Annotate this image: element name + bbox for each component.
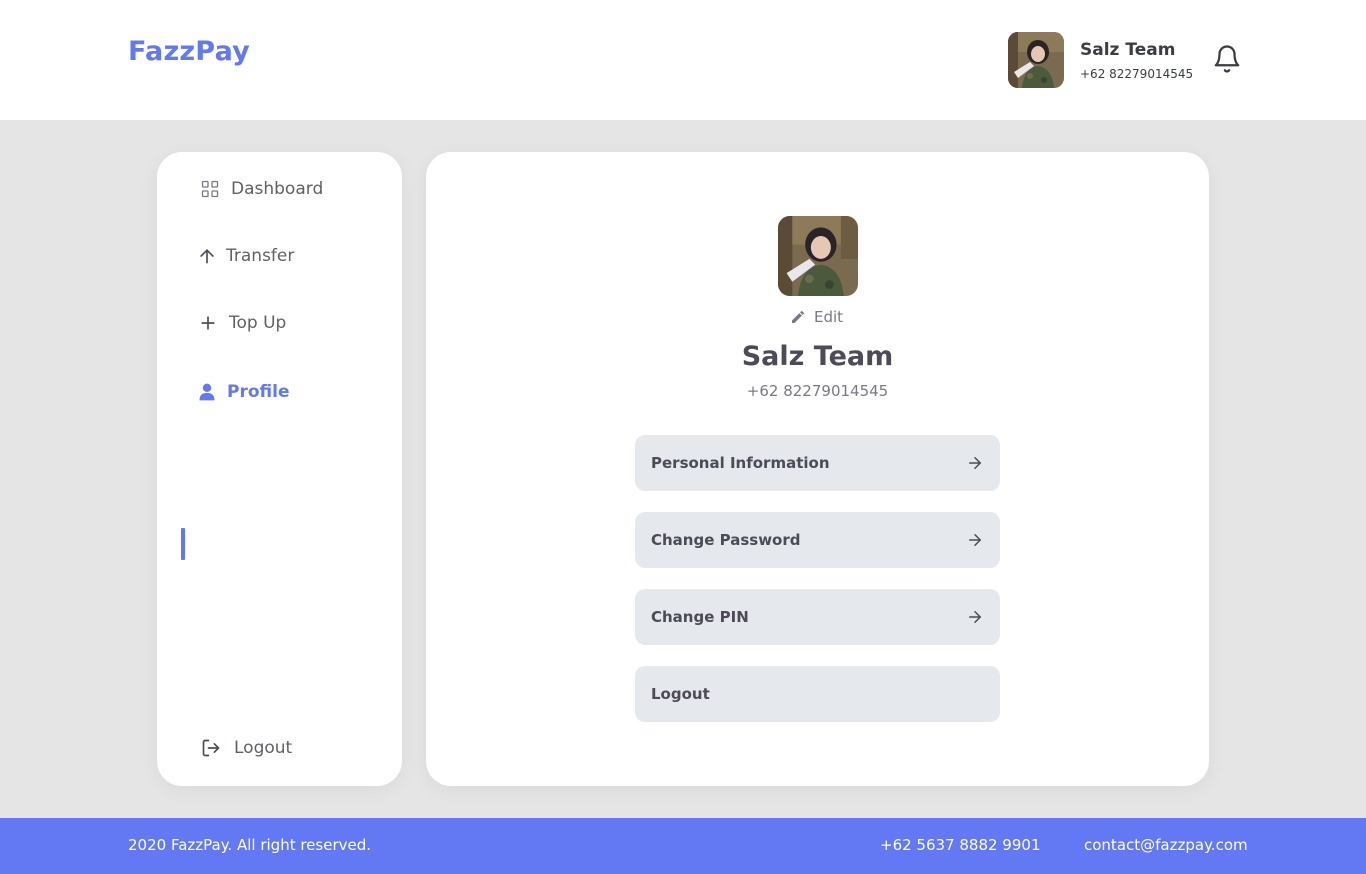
sidebar-item-topup[interactable]: Top Up	[157, 306, 402, 340]
sidebar-item-label: Transfer	[226, 246, 295, 266]
change-pin-button[interactable]: Change PIN	[635, 589, 1000, 645]
arrow-right-icon	[969, 611, 981, 623]
pencil-icon	[792, 310, 805, 323]
arrow-up-icon	[196, 245, 218, 267]
footer-copyright: 2020 FazzPay. All right reserved.	[128, 836, 372, 854]
edit-label: Edit	[814, 308, 844, 326]
menu-button-label: Change PIN	[651, 608, 749, 626]
menu-button-label: Change Password	[651, 531, 801, 549]
logout-icon	[200, 737, 222, 759]
footer-phone: +62 5637 8882 9901	[880, 836, 1041, 854]
active-indicator	[181, 528, 185, 560]
top-header: FazzPay Salz Team +62 82279014545	[0, 0, 1366, 120]
sidebar-logout[interactable]: Logout	[157, 731, 402, 765]
sidebar-item-dashboard[interactable]: Dashboard	[157, 172, 402, 206]
plus-icon	[197, 312, 219, 334]
grid-icon	[199, 178, 221, 200]
logout-button[interactable]: Logout	[635, 666, 1000, 722]
profile-avatar	[778, 216, 858, 296]
header-avatar[interactable]	[1008, 32, 1064, 88]
brand-logo[interactable]: FazzPay	[128, 36, 250, 67]
personal-information-button[interactable]: Personal Information	[635, 435, 1000, 491]
sidebar-item-transfer[interactable]: Transfer	[157, 239, 402, 273]
sidebar-item-label: Profile	[227, 382, 290, 402]
notification-bell-icon[interactable]	[1212, 44, 1242, 74]
arrow-right-icon	[969, 534, 981, 546]
sidebar: Dashboard Transfer Top Up Profile Logout	[157, 152, 402, 786]
arrow-right-icon	[969, 457, 981, 469]
sidebar-logout-label: Logout	[234, 738, 293, 758]
profile-name: Salz Team	[741, 341, 894, 372]
user-icon	[196, 381, 218, 403]
footer: 2020 FazzPay. All right reserved. +62 56…	[0, 818, 1366, 874]
sidebar-item-label: Top Up	[229, 313, 287, 333]
profile-card: Edit Salz Team +62 82279014545 Personal …	[426, 152, 1209, 786]
sidebar-item-label: Dashboard	[231, 179, 324, 199]
header-user-phone: +62 82279014545	[1080, 67, 1194, 81]
menu-button-label: Logout	[651, 685, 710, 703]
menu-button-label: Personal Information	[651, 454, 830, 472]
edit-profile-button[interactable]: Edit	[790, 307, 843, 327]
sidebar-item-profile[interactable]: Profile	[157, 375, 402, 409]
footer-email[interactable]: contact@fazzpay.com	[1084, 836, 1248, 854]
profile-phone: +62 82279014545	[746, 382, 889, 400]
change-password-button[interactable]: Change Password	[635, 512, 1000, 568]
header-user-name: Salz Team	[1080, 40, 1176, 60]
